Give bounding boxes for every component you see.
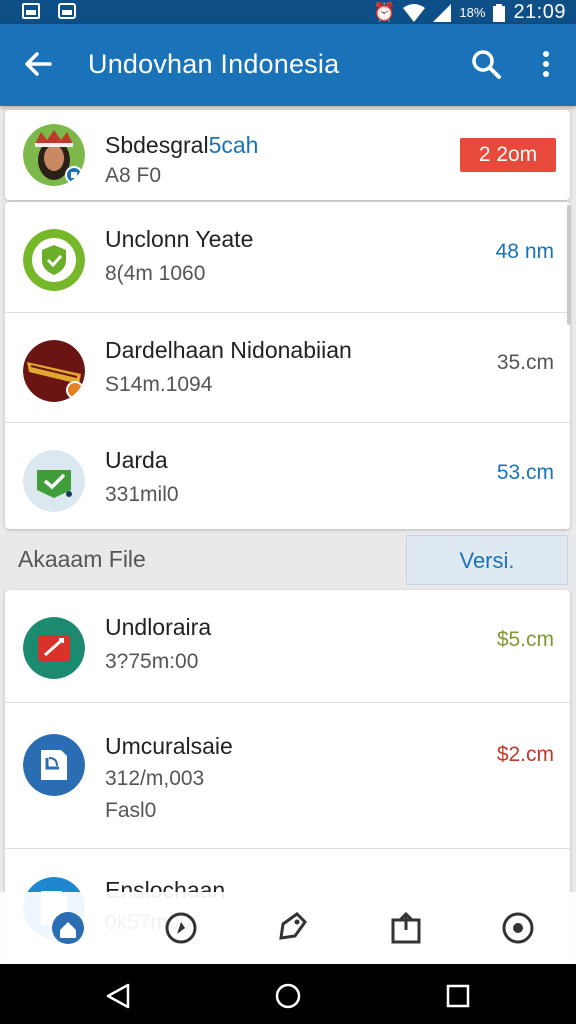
document-icon: [23, 734, 85, 796]
image-notification-icon: [22, 3, 40, 19]
more-vert-icon[interactable]: [534, 48, 558, 80]
upload-icon[interactable]: [388, 910, 424, 946]
check-card-icon: [23, 450, 85, 512]
profile-card[interactable]: Sbdesgral5cah A8 F0 2 2om: [5, 110, 570, 200]
item-title: Uarda: [105, 447, 168, 473]
item-title: Umcuralsaie: [105, 733, 233, 759]
scrollbar[interactable]: [567, 205, 571, 325]
item-subtitle: 3?75m:00: [105, 650, 199, 673]
edit-notification-icon: [58, 3, 76, 19]
back-arrow-icon[interactable]: [22, 48, 54, 80]
bottom-navigation: [0, 892, 576, 964]
home-icon[interactable]: [50, 910, 86, 946]
page-title: Undovhan Indonesia: [88, 49, 340, 79]
item-value: $2.cm: [496, 743, 554, 766]
back-triangle-icon[interactable]: [104, 982, 132, 1010]
shield-check-icon: [23, 229, 85, 291]
alarm-icon: ⏰: [372, 2, 396, 22]
clock: 21:09: [513, 1, 566, 23]
item-value: 53.cm: [496, 461, 554, 484]
item-subtitle: S14m.1094: [105, 373, 213, 396]
profile-name: Sbdesgral5cah: [105, 132, 259, 158]
explore-icon[interactable]: [163, 910, 199, 946]
tag-icon[interactable]: [275, 910, 311, 946]
item-subtitle-secondary: Fasl0: [105, 799, 157, 822]
list-item[interactable]: Umcuralsaie 312/m,003 Fasl0 $2.cm: [5, 702, 570, 848]
sync-icon[interactable]: [500, 910, 536, 946]
item-subtitle: 8(4m 1060: [105, 262, 206, 285]
item-subtitle: 331mil0: [105, 483, 179, 506]
banner-flag-icon: [23, 340, 85, 402]
system-nav-bar: [0, 964, 576, 1024]
home-circle-icon[interactable]: [274, 982, 302, 1010]
profile-subtitle: A8 F0: [105, 164, 162, 187]
item-value: 35.cm: [496, 351, 554, 374]
battery-percent: 18%: [459, 5, 486, 20]
app-bar: Undovhan Indonesia: [0, 24, 576, 106]
section-header: Akaaam File: [18, 546, 146, 572]
recents-square-icon[interactable]: [444, 982, 472, 1010]
battery-icon: [493, 3, 506, 22]
list-item[interactable]: Undloraira 3?75m:00 $5.cm: [5, 590, 570, 702]
list-item[interactable]: Unclonn Yeate 8(4m 1060 48 nm: [5, 202, 570, 312]
status-badge[interactable]: 2 2om: [460, 138, 556, 172]
item-value: $5.cm: [496, 628, 554, 651]
item-title: Dardelhaan Nidonabiian: [105, 337, 352, 363]
item-title: Unclonn Yeate: [105, 226, 254, 252]
signal-icon: [433, 3, 452, 22]
item-title: Undloraira: [105, 614, 212, 640]
search-icon[interactable]: [470, 48, 502, 80]
status-bar: ⏰ 18% 21:09: [0, 0, 576, 24]
version-button[interactable]: Versi.: [406, 535, 568, 585]
list-item[interactable]: Uarda 331mil0 53.cm: [5, 422, 570, 532]
profile-avatar: [23, 124, 85, 186]
downloads-list: Unclonn Yeate 8(4m 1060 48 nm Dardelhaan…: [5, 202, 570, 529]
item-subtitle: 312/m,003: [105, 767, 205, 790]
list-item[interactable]: Dardelhaan Nidonabiian S14m.1094 35.cm: [5, 312, 570, 422]
item-value: 48 nm: [495, 240, 554, 263]
wifi-icon: [403, 3, 426, 22]
video-edit-icon: [23, 617, 85, 679]
